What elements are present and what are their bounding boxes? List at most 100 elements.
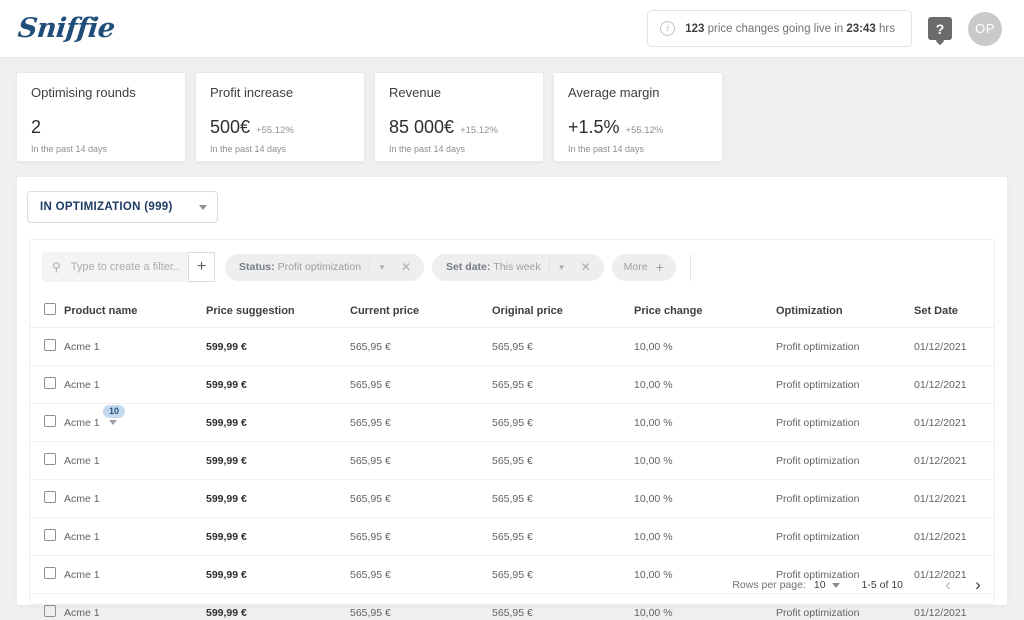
header-product-name[interactable]: Product name — [64, 295, 206, 328]
search-box[interactable]: ⚲ — [42, 252, 188, 282]
cell-optimization: Profit optimization — [776, 365, 914, 404]
row-checkbox[interactable] — [44, 605, 56, 617]
chip-close-icon[interactable]: ✕ — [392, 260, 420, 274]
chip-divider — [548, 259, 550, 275]
header-price-suggestion[interactable]: Price suggestion — [206, 295, 350, 328]
cell-set-date: 01/12/2021 — [914, 593, 994, 620]
kpi-subtitle: In the past 14 days — [389, 144, 466, 154]
header-original-price[interactable]: Original price — [492, 295, 634, 328]
table-row[interactable]: Acme 1 599,99 € 565,95 € 565,95 € 10,00 … — [30, 365, 994, 404]
kpi-value-row: 2 — [31, 117, 171, 138]
row-select-cell — [30, 365, 64, 404]
cell-price-change: 10,00 % — [634, 327, 776, 366]
select-all-header — [30, 295, 64, 328]
table-row[interactable]: Acme 1 10 599,99 € 565,95 € 565,95 € 10,… — [30, 403, 994, 442]
cell-original-price: 565,95 € — [492, 403, 634, 442]
row-select-cell — [30, 593, 64, 620]
kpi-value: 2 — [31, 117, 42, 137]
variant-count-badge: 10 — [103, 404, 126, 418]
chip-dropdown-icon[interactable]: ▼ — [372, 263, 392, 272]
kpi-cards: Optimising rounds 2 In the past 14 days … — [0, 58, 1024, 162]
notice-text-before: price changes going live in — [707, 22, 844, 35]
cell-product-name: Acme 1 — [64, 517, 206, 556]
app-logo[interactable]: Sniffie — [16, 13, 116, 44]
filter-chip-set-date[interactable]: Set date: This week ▼ ✕ — [432, 253, 604, 281]
cell-product-name: Acme 1 — [64, 555, 206, 594]
top-bar-actions: i 123 price changes going live in 23:43 … — [647, 10, 1002, 47]
cell-product-name: Acme 1 — [64, 479, 206, 518]
cell-price-change: 10,00 % — [634, 403, 776, 442]
header-current-price[interactable]: Current price — [350, 295, 492, 328]
kpi-value-row: +1.5% +55.12% — [568, 117, 708, 138]
cell-optimization: Profit optimization — [776, 441, 914, 480]
expand-row-chevron-down-icon[interactable] — [108, 420, 117, 425]
table-row[interactable]: Acme 1 599,99 € 565,95 € 565,95 € 10,00 … — [30, 593, 994, 620]
product-name-label: Acme 1 — [64, 492, 100, 505]
cell-original-price: 565,95 € — [492, 593, 634, 620]
cell-original-price: 565,95 € — [492, 365, 634, 404]
product-name-label: Acme 1 — [64, 340, 100, 353]
status-select[interactable]: IN OPTIMIZATION (999) — [27, 191, 218, 223]
row-select-cell — [30, 555, 64, 594]
select-all-checkbox[interactable] — [44, 303, 56, 315]
cell-set-date: 01/12/2021 — [914, 441, 994, 480]
kpi-subtitle: In the past 14 days — [568, 144, 645, 154]
product-name-label: Acme 1 — [64, 530, 100, 543]
table-row[interactable]: Acme 1 599,99 € 565,95 € 565,95 € 10,00 … — [30, 479, 994, 518]
chip-value: This week — [493, 261, 541, 273]
price-changes-notice[interactable]: i 123 price changes going live in 23:43 … — [647, 10, 912, 47]
next-page-button[interactable]: › — [963, 575, 993, 595]
plus-icon: + — [655, 259, 664, 275]
cell-price-change: 10,00 % — [634, 479, 776, 518]
row-checkbox[interactable] — [44, 377, 56, 389]
add-filter-label: + — [196, 258, 207, 275]
table-row[interactable]: Acme 1 599,99 € 565,95 € 565,95 € 10,00 … — [30, 517, 994, 556]
help-icon[interactable]: ? — [928, 17, 952, 40]
table-row[interactable]: Acme 1 599,99 € 565,95 € 565,95 € 10,00 … — [30, 441, 994, 480]
row-checkbox[interactable] — [44, 453, 56, 465]
cell-current-price: 565,95 € — [350, 403, 492, 442]
rows-per-page-value: 10 — [813, 579, 826, 591]
filter-bar: ⚲ + Status: Profit optimization ▼ ✕ Set … — [30, 240, 994, 282]
product-name-label: Acme 1 — [64, 378, 100, 391]
cell-price-suggestion: 599,99 € — [206, 479, 350, 518]
row-checkbox[interactable] — [44, 339, 56, 351]
filter-chip-more[interactable]: More + — [611, 253, 676, 281]
row-checkbox[interactable] — [44, 567, 56, 579]
top-bar: Sniffie i 123 price changes going live i… — [0, 0, 1024, 58]
rows-per-page-select[interactable]: 10 — [814, 579, 840, 591]
pagination-range: 1-5 of 10 — [861, 579, 903, 591]
header-price-change[interactable]: Price change — [634, 295, 776, 328]
table-container: ⚲ + Status: Profit optimization ▼ ✕ Set … — [29, 239, 995, 620]
previous-page-button[interactable]: ‹ — [933, 575, 963, 595]
filter-chip-status[interactable]: Status: Profit optimization ▼ ✕ — [225, 253, 425, 281]
header-optimization[interactable]: Optimization — [776, 295, 914, 328]
notice-text-after: hrs — [879, 22, 895, 35]
row-checkbox[interactable] — [44, 491, 56, 503]
cell-original-price: 565,95 € — [492, 327, 634, 366]
filter-search-group: ⚲ + — [42, 252, 215, 282]
add-filter-button[interactable]: + — [188, 252, 215, 282]
chip-close-icon[interactable]: ✕ — [572, 260, 600, 274]
header-set-date[interactable]: Set Date — [914, 295, 994, 328]
cell-price-suggestion: 599,99 € — [206, 517, 350, 556]
chip-divider — [369, 259, 371, 275]
cell-optimization: Profit optimization — [776, 479, 914, 518]
kpi-value: 500€ — [210, 117, 251, 137]
row-checkbox[interactable] — [44, 415, 56, 427]
table-row[interactable]: Acme 1 599,99 € 565,95 € 565,95 € 10,00 … — [30, 327, 994, 366]
chevron-down-icon — [831, 582, 840, 588]
product-name-label: Acme 1 — [64, 606, 100, 619]
cell-optimization: Profit optimization — [776, 517, 914, 556]
chip-value: Profit optimization — [277, 261, 362, 273]
chip-dropdown-icon[interactable]: ▼ — [552, 263, 572, 272]
cell-price-suggestion: 599,99 € — [206, 403, 350, 442]
help-question-mark: ? — [935, 20, 945, 37]
cell-original-price: 565,95 € — [492, 479, 634, 518]
avatar[interactable]: OP — [968, 11, 1002, 46]
kpi-delta: +55.12% — [625, 125, 664, 136]
kpi-value: 85 000€ — [389, 117, 455, 137]
search-input[interactable] — [70, 261, 178, 273]
avatar-initials: OP — [975, 21, 995, 36]
row-checkbox[interactable] — [44, 529, 56, 541]
